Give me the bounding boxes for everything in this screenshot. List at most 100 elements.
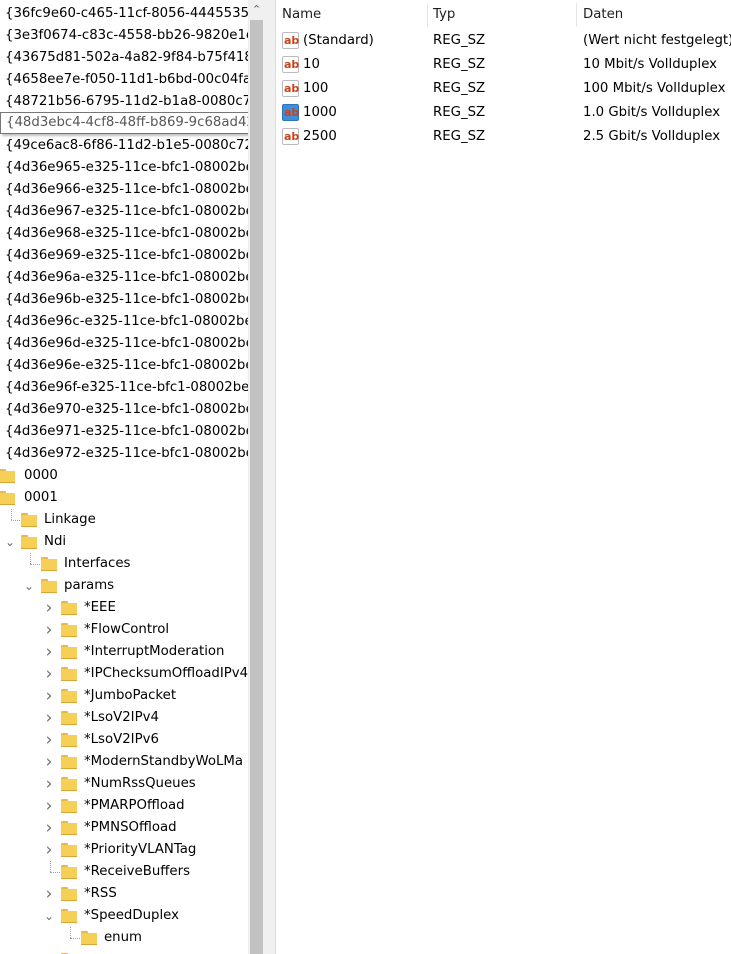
tree-item-guid-key[interactable]: {4d36e966-e325-11ce-bfc1-08002be (0, 179, 248, 201)
tree-item-guid-key[interactable]: {4d36e965-e325-11ce-bfc1-08002be (0, 157, 248, 179)
tree-item-guid-key[interactable]: {4d36e970-e325-11ce-bfc1-08002be (0, 399, 248, 421)
scroll-up-arrow-icon[interactable]: ⌃ (248, 0, 265, 20)
value-row[interactable]: ab (Standard) REG_SZ (Wert nicht festgelegt… (276, 29, 731, 53)
tree-item-param[interactable]: › *EEE (0, 597, 248, 619)
chevron-right-icon[interactable]: › (42, 707, 56, 729)
scrollbar-thumb[interactable] (250, 20, 263, 954)
tree-item-label: *IPChecksumOffloadIPv4 (84, 666, 248, 681)
chevron-down-icon[interactable]: ⌄ (3, 531, 17, 553)
tree-item-partial[interactable] (0, 949, 248, 954)
tree-item-guid-key[interactable]: {4d36e96f-e325-11ce-bfc1-08002be (0, 377, 248, 399)
tree-item-label: {4d36e971-e325-11ce-bfc1-08002be (5, 424, 248, 439)
pane-splitter[interactable] (265, 0, 276, 954)
registry-key-tree[interactable]: {36fc9e60-c465-11cf-8056-44455354 {3e3f06… (0, 0, 248, 954)
string-value-icon-glyph: ab (284, 58, 300, 71)
value-name-cell: 1000 (303, 105, 337, 120)
tree-item-param[interactable]: › *JumboPacket (0, 685, 248, 707)
values-list[interactable]: Name Typ Daten ab (Standard) REG_SZ (Wert n… (276, 0, 731, 954)
column-header-data[interactable]: Daten (577, 3, 731, 27)
chevron-right-icon[interactable]: › (42, 773, 56, 795)
tree-item-guid-key[interactable]: {4d36e971-e325-11ce-bfc1-08002be (0, 421, 248, 443)
tree-item-param[interactable]: › *LsoV2IPv4 (0, 707, 248, 729)
chevron-down-icon[interactable]: ⌄ (22, 575, 36, 597)
column-header-type[interactable]: Typ (427, 3, 577, 27)
tree-item-guid-key[interactable]: {4d36e96a-e325-11ce-bfc1-08002be (0, 267, 248, 289)
tree-item-guid-key[interactable]: {4d36e972-e325-11ce-bfc1-08002be (0, 443, 248, 465)
tree-item-guid-key[interactable]: {4658ee7e-f050-11d1-b6bd-00c04fa (0, 69, 248, 91)
value-row[interactable]: ab 10 REG_SZ 10 Mbit/s Vollduplex (276, 53, 731, 77)
chevron-right-icon[interactable]: › (42, 839, 56, 861)
tree-item-param[interactable]: › *NumRssQueues (0, 773, 248, 795)
chevron-right-icon[interactable]: › (42, 751, 56, 773)
tree-item-label: {4d36e972-e325-11ce-bfc1-08002be (5, 446, 248, 461)
tree-item-param[interactable]: › *PriorityVLANTag (0, 839, 248, 861)
tree-item-param[interactable]: ⌄ *SpeedDuplex (0, 905, 248, 927)
tree-item-label: {4d36e96e-e325-11ce-bfc1-08002be (5, 358, 248, 373)
tree-item-guid-key[interactable]: {4d36e96b-e325-11ce-bfc1-08002be (0, 289, 248, 311)
chevron-right-icon[interactable]: › (42, 883, 56, 905)
chevron-right-icon[interactable]: › (42, 597, 56, 619)
tree-item-param[interactable]: › *PMNSOffload (0, 817, 248, 839)
tree-item-param[interactable]: › *IPChecksumOffloadIPv4 (0, 663, 248, 685)
folder-icon (61, 711, 77, 725)
string-value-icon: ab (282, 80, 299, 97)
folder-icon (61, 777, 77, 791)
tree-scrollbar[interactable]: ⌃ (248, 0, 265, 954)
tree-item-guid-key[interactable]: {36fc9e60-c465-11cf-8056-44455354 (0, 3, 248, 25)
tree-item-guid-key[interactable]: {4d36e969-e325-11ce-bfc1-08002be (0, 245, 248, 267)
tree-item-label: {48721b56-6795-11d2-b1a8-0080c72 (5, 94, 248, 109)
tree-item-guid-key[interactable]: {48721b56-6795-11d2-b1a8-0080c72 (0, 91, 248, 113)
tree-item-0001[interactable]: 0001 (0, 487, 248, 509)
folder-icon (61, 645, 77, 659)
tree-item-label: {4d36e96c-e325-11ce-bfc1-08002be (5, 314, 248, 329)
tree-item-0000[interactable]: 0000 (0, 465, 248, 487)
tree-item-guid-key[interactable]: {49ce6ac8-6f86-11d2-b1e5-0080c72 (0, 135, 248, 157)
value-type-cell: REG_SZ (433, 57, 486, 72)
value-type-cell: REG_SZ (433, 105, 486, 120)
tree-item-label: {4d36e96a-e325-11ce-bfc1-08002be (5, 270, 248, 285)
tree-item-param[interactable]: › *PMARPOffload (0, 795, 248, 817)
chevron-right-icon[interactable]: › (42, 817, 56, 839)
tree-item-params[interactable]: ⌄ params (0, 575, 248, 597)
tree-item-param[interactable]: › *FlowControl (0, 619, 248, 641)
tree-item-guid-key[interactable]: {4d36e967-e325-11ce-bfc1-08002be (0, 201, 248, 223)
tree-item-guid-key[interactable]: {4d36e96d-e325-11ce-bfc1-08002be (0, 333, 248, 355)
string-value-icon-glyph: ab (284, 34, 300, 47)
tree-item-param[interactable]: › *RSS (0, 883, 248, 905)
column-header-name[interactable]: Name (276, 3, 428, 27)
value-name-cell: 2500 (303, 129, 337, 144)
value-row[interactable]: ab 2500 REG_SZ 2.5 Gbit/s Vollduplex (276, 125, 731, 149)
value-row[interactable]: ab 100 REG_SZ 100 Mbit/s Vollduplex (276, 77, 731, 101)
value-name-cell: 100 (303, 81, 329, 96)
tree-item-ndi[interactable]: ⌄ Ndi (0, 531, 248, 553)
tree-item-param[interactable]: *ReceiveBuffers (0, 861, 248, 883)
tree-item-label: {4d36e967-e325-11ce-bfc1-08002be (5, 204, 248, 219)
tree-item-label: {49ce6ac8-6f86-11d2-b1e5-0080c72 (5, 138, 248, 153)
chevron-right-icon[interactable]: › (42, 619, 56, 641)
tree-item-guid-key[interactable]: {4d36e968-e325-11ce-bfc1-08002be (0, 223, 248, 245)
tree-item-guid-key[interactable]: {4d36e96e-e325-11ce-bfc1-08002be (0, 355, 248, 377)
folder-icon (0, 491, 15, 505)
tree-item-linkage[interactable]: Linkage (0, 509, 248, 531)
value-type-cell: REG_SZ (433, 129, 486, 144)
chevron-right-icon[interactable]: › (42, 685, 56, 707)
folder-icon (61, 623, 77, 637)
chevron-down-icon[interactable]: ⌄ (42, 905, 56, 927)
chevron-right-icon[interactable]: › (42, 663, 56, 685)
tree-item-guid-key[interactable]: {43675d81-502a-4a82-9f84-b75f418 (0, 47, 248, 69)
value-row[interactable]: ab 1000 REG_SZ 1.0 Gbit/s Vollduplex (276, 101, 731, 125)
tree-item-param[interactable]: › *LsoV2IPv6 (0, 729, 248, 751)
tree-item-label: *LsoV2IPv4 (84, 710, 159, 725)
tree-item-guid-key[interactable]: {4d36e96c-e325-11ce-bfc1-08002be (0, 311, 248, 333)
tree-item-guid-key[interactable]: {3e3f0674-c83c-4558-bb26-9820e1e (0, 25, 248, 47)
tree-item-param[interactable]: › *ModernStandbyWoLMa (0, 751, 248, 773)
tree-item-interfaces[interactable]: Interfaces (0, 553, 248, 575)
tree-item-label: {43675d81-502a-4a82-9f84-b75f418 (5, 50, 248, 65)
folder-icon (61, 865, 77, 879)
tree-line (50, 872, 60, 873)
tree-item-enum[interactable]: enum (0, 927, 248, 949)
tree-item-param[interactable]: › *InterruptModeration (0, 641, 248, 663)
chevron-right-icon[interactable]: › (42, 729, 56, 751)
chevron-right-icon[interactable]: › (42, 641, 56, 663)
chevron-right-icon[interactable]: › (42, 795, 56, 817)
